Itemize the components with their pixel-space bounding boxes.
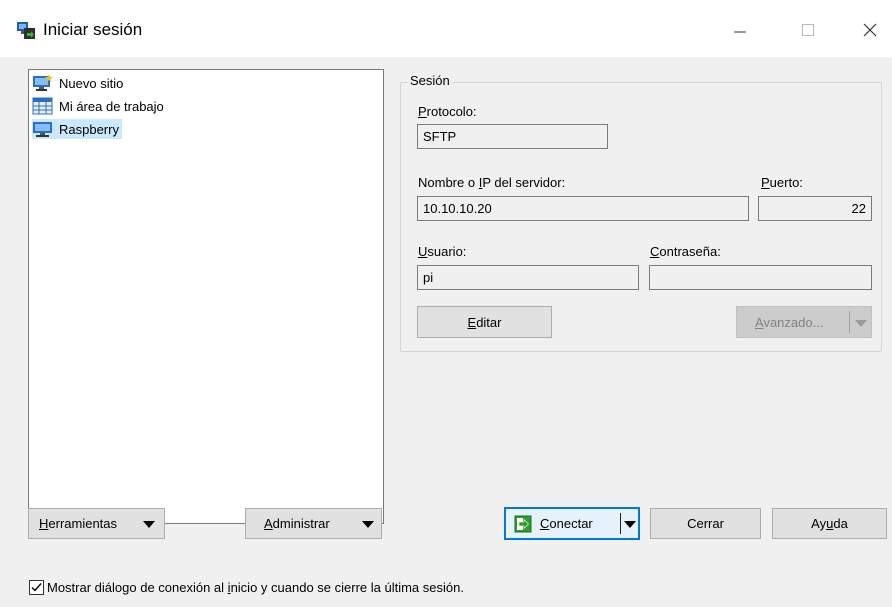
port-input[interactable]: 22 — [758, 196, 872, 221]
title-bar: Iniciar sesión — [0, 0, 892, 57]
chevron-down-icon — [362, 521, 374, 528]
host-input[interactable]: 10.10.10.20 — [417, 196, 749, 221]
checkmark-icon — [31, 583, 42, 592]
connect-arrow-icon — [514, 515, 532, 532]
chevron-down-icon — [855, 320, 867, 327]
user-input[interactable]: pi — [417, 265, 639, 290]
workspace-grid-icon — [32, 97, 53, 115]
new-site-monitor-icon — [33, 74, 53, 91]
split-separator — [620, 513, 621, 534]
port-label: Puerto: — [761, 175, 803, 190]
close-button[interactable]: Cerrar — [650, 508, 761, 539]
close-icon — [863, 23, 877, 37]
edit-button[interactable]: Editar — [417, 306, 552, 338]
tree-item-raspberry[interactable]: Raspberry — [32, 119, 122, 139]
show-dialog-option[interactable]: Mostrar diálogo de conexión al inicio y … — [29, 580, 464, 595]
host-label: Nombre o IP del servidor: — [418, 175, 566, 190]
tree-item-label: Mi área de trabajo — [59, 98, 164, 114]
close-window-button[interactable] — [848, 10, 892, 50]
tree-item-workspace[interactable]: Mi área de trabajo — [32, 96, 167, 116]
chevron-down-icon — [624, 521, 636, 528]
show-dialog-checkbox[interactable] — [29, 580, 44, 595]
manage-button-label: Administrar — [264, 516, 330, 531]
password-input[interactable] — [649, 265, 872, 290]
advanced-button-label: Avanzado... — [755, 314, 824, 330]
connect-button-label: Conectar — [540, 516, 593, 531]
minimize-button[interactable] — [718, 10, 762, 50]
show-dialog-label: Mostrar diálogo de conexión al inicio y … — [47, 580, 464, 595]
app-icon — [17, 22, 35, 39]
tools-menu-button[interactable]: Herramientas — [28, 508, 165, 539]
advanced-split-button[interactable]: Avanzado... — [736, 306, 872, 338]
help-button[interactable]: Ay u da — [772, 508, 887, 539]
user-label: Usuario: — [418, 244, 467, 259]
password-label: Contraseña: — [650, 244, 721, 259]
tree-item-new-site[interactable]: Nuevo sitio — [32, 73, 126, 93]
monitor-icon — [33, 122, 52, 137]
window-title: Iniciar sesión — [43, 20, 143, 39]
site-tree[interactable]: Nuevo sitio Mi área de trabajo Raspberry — [28, 69, 384, 524]
login-dialog: Iniciar sesión Nuevo sitio Mi área de tr… — [0, 0, 892, 607]
session-group-label: Sesión — [408, 73, 452, 88]
tree-item-label: Raspberry — [59, 121, 119, 137]
tree-item-label: Nuevo sitio — [59, 75, 124, 91]
maximize-icon — [802, 24, 814, 36]
split-separator — [849, 311, 850, 333]
tools-button-label: Herramientas — [39, 516, 118, 531]
chevron-down-icon — [143, 521, 155, 528]
connect-split-button[interactable]: Conectar — [504, 507, 640, 540]
maximize-button[interactable] — [786, 10, 830, 50]
minimize-icon — [734, 31, 746, 33]
protocol-select[interactable]: SFTP — [417, 124, 608, 149]
protocol-label: Protocolo: — [418, 104, 477, 119]
manage-menu-button[interactable]: Administrar — [245, 508, 382, 539]
